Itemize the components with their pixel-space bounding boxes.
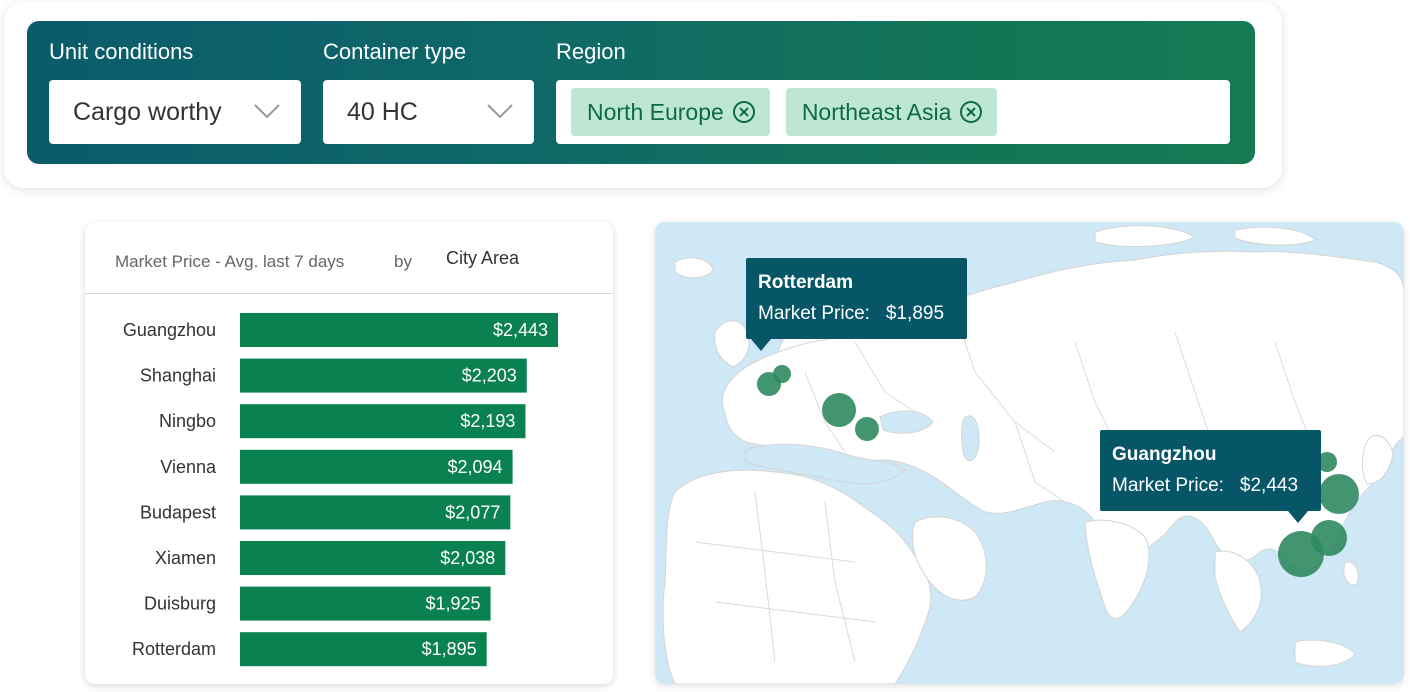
bar-category-label: Shanghai [140,366,216,386]
container-type-select[interactable]: 40 HC [323,80,534,144]
map-land-india [1084,519,1150,619]
tooltip-pointer [751,339,771,351]
map-card[interactable]: Rotterdam Market Price: $1,895 Guangzhou… [655,222,1404,684]
unit-conditions-label: Unit conditions [49,39,194,64]
bar-value-label: $1,895 [422,639,477,659]
tooltip-rotterdam: Rotterdam Market Price: $1,895 [746,258,967,351]
chevron-down-icon [254,104,280,119]
bar-category-label: Rotterdam [132,639,216,659]
bar-value-label: $2,193 [460,411,515,431]
bubble-shanghai [1319,474,1359,514]
bubble-guangzhou [1278,531,1324,577]
tooltip-pointer [1288,511,1308,523]
region-label: Region [556,39,626,64]
map-land-iceland [674,257,714,279]
bubble-vienna [822,393,856,427]
map-land-japan [1362,435,1394,485]
bar-category-label: Vienna [160,457,217,477]
region-chip-north-europe[interactable]: North Europe [571,88,770,136]
bar-chart-card: Market Price - Avg. last 7 days by City … [85,222,613,684]
chevron-down-icon [487,104,513,119]
bar-value-label: $2,443 [493,320,548,340]
bar-category-label: Ningbo [159,411,216,431]
map-land-britain [714,320,750,368]
bar-value-label: $2,038 [440,548,495,568]
bar-value-label: $2,077 [445,502,500,522]
remove-chip-icon[interactable] [732,100,756,124]
unit-conditions-value: Cargo worthy [73,97,222,126]
tooltip-metric-value: $1,895 [885,303,945,324]
bar-category-label: Duisburg [144,594,216,614]
region-chip-northeast-asia[interactable]: Northeast Asia [785,88,998,136]
map-land-islands [1294,561,1359,667]
tooltip-guangzhou: Guangzhou Market Price: $2,443 [1100,430,1321,523]
map-land-africa [662,469,932,684]
bar-chart: Guangzhou $2,443 Shanghai $2,203 Ningbo $2,19… [123,313,558,667]
unit-conditions-select[interactable]: Cargo worthy [49,80,301,144]
tooltip-metric-value: $2,443 [1239,475,1299,496]
bar-value-label: $2,094 [448,457,503,477]
bar-value-label: $1,925 [426,594,481,614]
container-type-value: 40 HC [347,97,418,126]
map-land-southeast-asia [1214,550,1262,633]
remove-chip-icon[interactable] [959,100,983,124]
bar-category-label: Xiamen [155,548,216,568]
bar-category-label: Guangzhou [123,320,216,340]
region-multiselect[interactable]: North Europe Northeast Asia [556,80,1230,144]
tooltip-metric-label: Market Price: [758,303,870,324]
bar-value-label: $2,203 [462,366,517,386]
map-land-arctic-islands [1094,225,1316,248]
chip-label: North Europe [587,98,724,125]
tooltip-city: Guangzhou [1112,444,1217,465]
container-type-label: Container type [323,39,467,64]
tooltip-city: Rotterdam [758,272,854,293]
tooltip-metric-label: Market Price: [1112,475,1224,496]
map-water-caspian [961,415,980,462]
chip-label: Northeast Asia [801,98,952,125]
bubble-duisburg [773,365,791,383]
bubble-budapest [855,417,879,441]
bar-category-label: Budapest [140,502,216,522]
filter-bar: Unit conditions Cargo worthy Container t… [27,21,1255,164]
